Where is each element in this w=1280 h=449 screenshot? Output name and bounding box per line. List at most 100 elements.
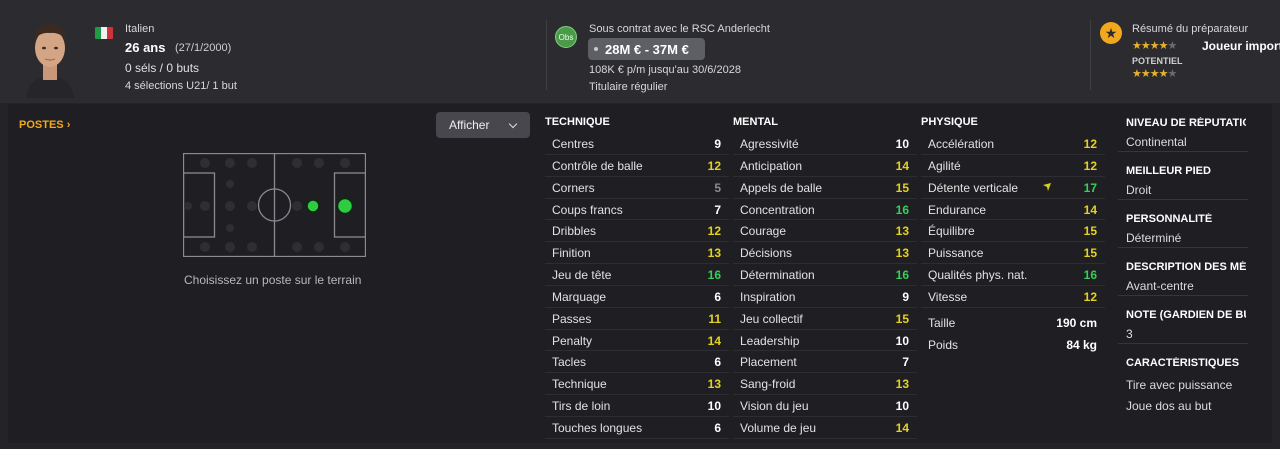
technique-attribute-row[interactable]: Passes 11 — [545, 308, 729, 330]
technique-attribute-row[interactable]: Penalty 14 — [545, 330, 729, 352]
attribute-value: 9 — [902, 289, 909, 304]
italy-flag-icon — [95, 27, 113, 39]
attribute-value: 16 — [1083, 268, 1097, 283]
player-avatar[interactable] — [22, 12, 78, 98]
physique-column: PHYSIQUE Accélération 12 Agilité 12 Détente … — [921, 112, 1105, 355]
squad-role: Titulaire régulier — [589, 81, 668, 93]
attribute-value: 12 — [1083, 289, 1097, 304]
player-info-sidebar: NIVEAU DE RÉPUTATION Continental MEILLEU… — [1118, 104, 1248, 424]
attribute-value: 6 — [714, 355, 721, 370]
mental-title: MENTAL — [733, 116, 779, 128]
attribute-value: 5 — [714, 180, 721, 195]
player-header: Italien 26 ans (27/1/2000) 0 séls / 0 bu… — [0, 0, 1280, 103]
positions-link[interactable]: POSTES › — [19, 119, 70, 131]
club-stats: 0 séls / 0 buts — [125, 61, 200, 75]
mental-attribute-row[interactable]: Décisions 13 — [733, 242, 917, 265]
weight-value: 84 kg — [1066, 337, 1097, 352]
technique-attribute-row[interactable]: Corners 5 — [545, 177, 729, 199]
mental-attribute-row[interactable]: Détermination 16 — [733, 264, 917, 286]
transfer-value: 28M € - 37M € — [605, 41, 689, 57]
attribute-name: Inspiration — [740, 289, 796, 304]
mental-attribute-row[interactable]: Leadership 10 — [733, 330, 917, 352]
technique-attribute-row[interactable]: Dribbles 12 — [545, 220, 729, 243]
contract-status[interactable]: Sous contrat avec le RSC Anderlecht — [589, 23, 770, 35]
attribute-increase-arrow-icon — [1043, 182, 1051, 191]
mental-attribute-row[interactable]: Placement 7 — [733, 351, 917, 374]
media-description-value: Avant-centre — [1126, 279, 1194, 293]
media-description-item[interactable]: DESCRIPTION DES MÉDIAS Avant-centre — [1118, 248, 1248, 296]
mental-attribute-row[interactable]: Vision du jeu 10 — [733, 395, 917, 417]
mental-attribute-row[interactable]: Anticipation 14 — [733, 155, 917, 177]
attribute-name: Coups francs — [552, 202, 623, 217]
personality-value: Déterminé — [1126, 231, 1182, 245]
attribute-value: 9 — [714, 137, 721, 151]
technique-attribute-row[interactable]: Technique 13 — [545, 373, 729, 396]
technique-attribute-row[interactable]: Finition 13 — [545, 242, 729, 265]
technique-attribute-row[interactable]: Centres 9 — [545, 133, 729, 155]
physique-attribute-row[interactable]: Vitesse 12 — [921, 286, 1105, 308]
personality-item[interactable]: PERSONNALITÉ Déterminé — [1118, 200, 1248, 248]
technique-attribute-row[interactable]: Jeu de tête 16 — [545, 264, 729, 286]
preferred-foot-value: Droit — [1126, 183, 1152, 197]
mental-attribute-row[interactable]: Appels de balle 15 — [733, 177, 917, 199]
goalkeeper-rating-title: NOTE (GARDIEN DE BUT) — [1126, 309, 1246, 321]
technique-attribute-row[interactable]: Contrôle de balle 12 — [545, 155, 729, 177]
physique-attribute-row[interactable]: Agilité 12 — [921, 155, 1105, 177]
attribute-value: 12 — [707, 224, 721, 239]
physique-attribute-row[interactable]: Accélération 12 — [921, 133, 1105, 155]
goalkeeper-rating-value: 3 — [1126, 327, 1133, 341]
positions-title: POSTES — [19, 119, 64, 131]
potential-label: POTENTIEL — [1132, 56, 1183, 66]
attribute-name: Tacles — [552, 355, 587, 370]
attribute-value: 16 — [895, 202, 909, 217]
technique-attribute-row[interactable]: Marquage 6 — [545, 286, 729, 308]
trait-item[interactable]: Tire avec puissance — [1126, 378, 1232, 392]
club-badge-icon[interactable]: Obs — [555, 26, 577, 48]
mental-attribute-row[interactable]: Sang-froid 13 — [733, 373, 917, 396]
attribute-value: 14 — [1083, 202, 1097, 217]
show-dropdown[interactable]: Afficher — [436, 112, 530, 138]
physique-attribute-row[interactable]: Qualités phys. nat. 16 — [921, 264, 1105, 286]
mental-attribute-row[interactable]: Volume de jeu 14 — [733, 417, 917, 439]
reputation-item[interactable]: NIVEAU DE RÉPUTATION Continental — [1118, 104, 1248, 152]
attribute-name: Vision du jeu — [740, 399, 809, 414]
attribute-name: Centres — [552, 137, 595, 151]
mental-attribute-row[interactable]: Jeu collectif 15 — [733, 308, 917, 330]
mental-attribute-row[interactable]: Courage 13 — [733, 220, 917, 243]
attribute-name: Jeu de tête — [552, 268, 612, 283]
attribute-value: 13 — [895, 377, 909, 392]
height-row: Taille 190 cm — [921, 312, 1105, 334]
technique-column: TECHNIQUE Centres 9 Contrôle de balle 12 Cor… — [545, 112, 729, 439]
attribute-name: Placement — [740, 355, 797, 370]
value-dot-icon — [594, 47, 598, 51]
technique-attribute-row[interactable]: Coups francs 7 — [545, 199, 729, 221]
attribute-name: Courage — [740, 224, 787, 239]
attribute-value: 13 — [707, 246, 721, 261]
mental-column: MENTAL Agressivité 10 Anticipation 14 Appels… — [733, 112, 917, 439]
mental-attribute-row[interactable]: Inspiration 9 — [733, 286, 917, 308]
attribute-value: 15 — [1083, 246, 1097, 261]
attribute-name: Sang-froid — [740, 377, 796, 392]
attribute-value: 10 — [895, 137, 909, 151]
coach-report-title[interactable]: Résumé du préparateur — [1132, 23, 1248, 35]
technique-attribute-row[interactable]: Tirs de loin 10 — [545, 395, 729, 417]
physique-attribute-row[interactable]: Endurance 14 — [921, 199, 1105, 221]
transfer-value-pill[interactable]: 28M € - 37M € — [588, 38, 705, 60]
attribute-name: Équilibre — [928, 224, 975, 239]
mental-attribute-row[interactable]: Agressivité 10 — [733, 133, 917, 155]
physique-attribute-row[interactable]: Détente verticale 17 — [921, 177, 1105, 199]
trait-item[interactable]: Joue dos au but — [1126, 399, 1211, 413]
technique-attribute-row[interactable]: Tacles 6 — [545, 351, 729, 374]
physique-attribute-row[interactable]: Puissance 15 — [921, 242, 1105, 265]
attribute-name: Qualités phys. nat. — [928, 268, 1028, 283]
attribute-name: Détente verticale — [928, 180, 1019, 195]
positions-pitch[interactable] — [182, 152, 367, 258]
mental-attribute-row[interactable]: Concentration 16 — [733, 199, 917, 221]
physique-attribute-row[interactable]: Équilibre 15 — [921, 220, 1105, 243]
attribute-name: Volume de jeu — [740, 420, 817, 435]
potential-stars: ★★★★★ — [1132, 68, 1177, 80]
intl-stats[interactable]: 4 sélections U21/ 1 but — [125, 80, 237, 92]
attribute-value: 13 — [707, 377, 721, 392]
technique-attribute-row[interactable]: Touches longues 6 — [545, 417, 729, 439]
birth-date: (27/1/2000) — [175, 42, 232, 54]
